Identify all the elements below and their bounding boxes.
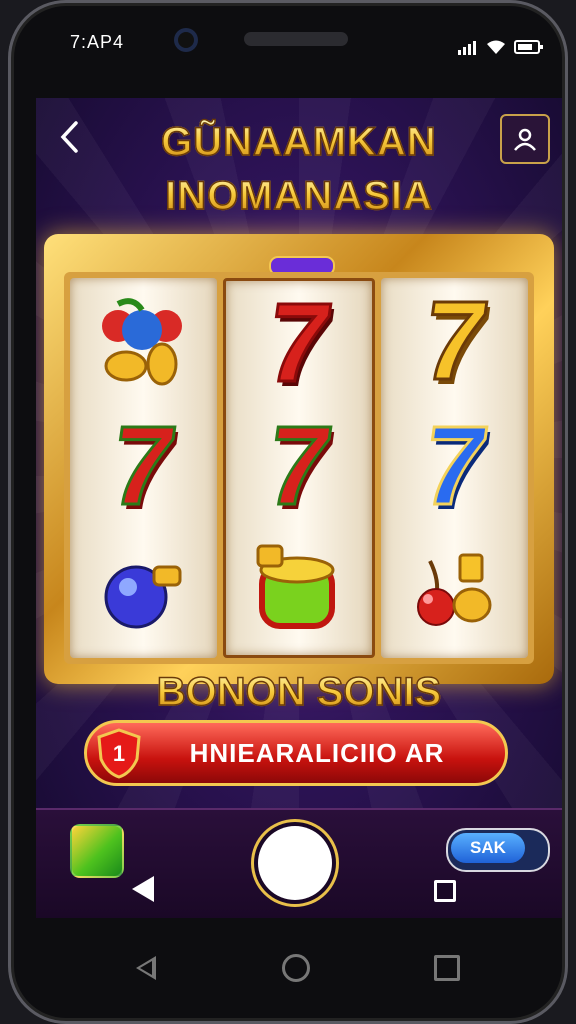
nav-recents-icon[interactable] [434,955,460,981]
nav-home-icon[interactable] [282,954,310,982]
title-line-1: GŨNAAMKAN [76,119,522,165]
wifi-icon [487,40,505,54]
earpiece-speaker [244,32,348,46]
nav-back-icon[interactable] [136,956,156,980]
reel-1: 7 [70,278,217,658]
profile-button[interactable] [500,114,550,164]
seven-red-icon: 7 [258,402,341,530]
cherry-coins-icon [381,529,528,654]
mode-toggle[interactable]: SAK [446,828,550,872]
seven-gold-icon: 7 [413,276,496,404]
signal-icon [458,36,478,55]
reels-container: 7 7 7 7 7 [64,272,534,664]
status-bar: 7:AP4 [36,22,556,66]
seven-red-icon: 7 [102,402,185,530]
title-line-2: INOMANASIA [76,173,522,219]
game-screen: GŨNAAMKAN INOMANASIA 7 7 7 7 7 BONON SON… [36,98,562,918]
shield-badge-number: 1 [113,741,125,766]
seven-red-icon: 7 [258,278,341,406]
bonus-text: BONON SONIS [76,669,522,715]
cta-label: HNIEARALICIIO AR [189,737,445,768]
honey-pot-icon [226,528,373,651]
cta-button[interactable]: 1 HNIEARALICIIO AR [84,720,508,786]
status-time: 7:AP4 [70,32,125,52]
user-icon [514,128,536,151]
system-icons [458,36,544,55]
toggle-label: SAK [451,833,525,863]
game-bottom-bar: SAK [36,808,562,918]
system-nav-bar [36,940,556,1000]
reel-3: 7 7 [381,276,529,658]
potion-icon [70,529,217,654]
phone-frame: 7:AP4 GŨNAAMKAN INOMANASIA 7 7 7 7 7 BON… [8,0,568,1024]
spin-button[interactable] [258,826,332,900]
slot-machine-frame: 7 7 7 7 7 [44,234,554,684]
seven-blue-icon: 7 [413,402,496,530]
front-camera [174,28,198,52]
battery-icon [514,40,543,54]
reel-2: 7 7 [222,278,376,658]
play-icon[interactable] [132,876,154,902]
stop-icon[interactable] [434,880,456,902]
app-shortcut-icon[interactable] [70,824,124,878]
fruit-coins-icon [70,278,217,403]
shield-badge-icon: 1 [97,728,141,779]
